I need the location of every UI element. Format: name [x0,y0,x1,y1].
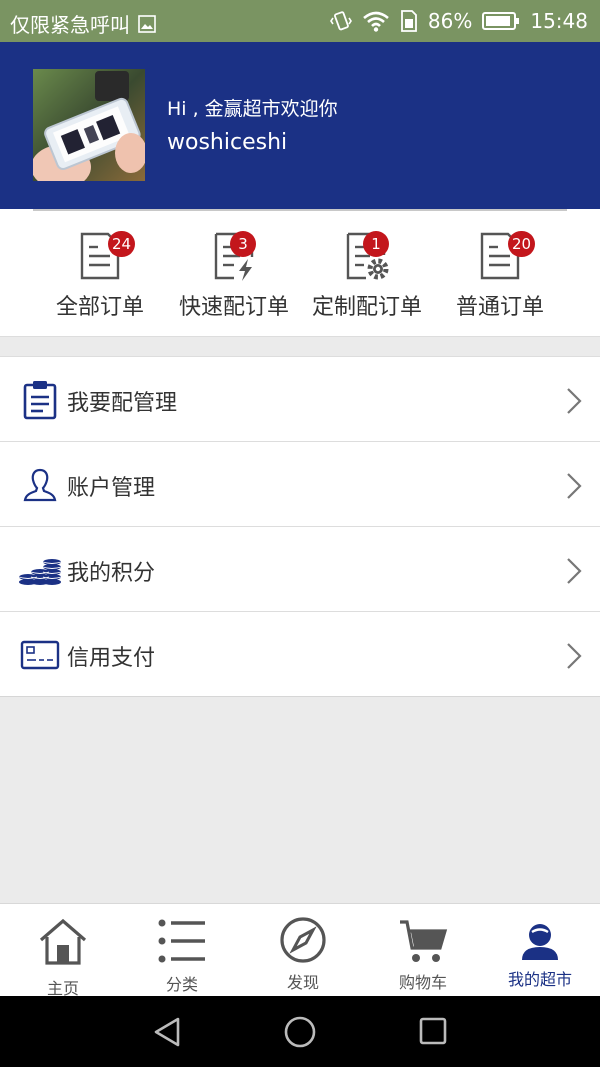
back-icon[interactable] [152,1016,182,1048]
home-circle-icon[interactable] [284,1016,316,1048]
tab-label: 分类 [165,975,198,994]
coins-icon [18,559,62,585]
cart-icon [400,920,448,962]
order-custom-badge: 1 [363,231,389,257]
recents-icon[interactable] [419,1017,447,1045]
order-fast-label: 快速配订单 [178,295,289,320]
order-normal-badge: 20 [508,231,536,257]
user-outline-icon [23,468,57,502]
status-bar: 仅限紧急呼叫 86% 15:48 [0,0,600,42]
tab-label: 发现 [286,973,319,992]
profile-header: Hi , 金赢超市欢迎你 woshiceshi [0,42,600,209]
compass-icon [280,917,326,963]
sim-icon [401,10,417,32]
menu-item-label: 账户管理 [67,476,156,501]
system-nav-bar [0,996,600,1067]
carrier-text: 仅限紧急呼叫 [10,13,130,37]
person-icon [522,924,558,960]
image-icon [138,14,156,33]
order-all-badge: 24 [108,231,136,257]
tab-my-supermarket[interactable]: 我的超市 [480,904,600,997]
battery-percent: 86% [427,9,473,33]
menu-item-my-points[interactable]: 我的积分 [0,527,600,612]
bottom-tab-bar: 主页 分类 发现 购物车 我的超市 [0,903,600,998]
tab-label: 我的超市 [507,970,572,989]
list-icon [158,919,205,963]
order-fast-badge: 3 [230,231,256,257]
order-fast-button[interactable]: 3 快速配订单 [167,231,301,321]
order-all-button[interactable]: 24 全部订单 [33,231,167,321]
chevron-right-icon [567,473,582,499]
wifi-icon [363,11,389,32]
vibrate-icon [329,11,352,31]
greeting-text: Hi , 金赢超市欢迎你 [167,98,338,120]
clock: 15:48 [530,9,588,33]
order-all-label: 全部订单 [55,295,144,320]
tab-discover[interactable]: 发现 [243,904,363,997]
chevron-right-icon [567,643,582,669]
tab-category[interactable]: 分类 [122,904,242,997]
avatar[interactable] [33,69,145,181]
menu-item-label: 我的积分 [67,561,156,586]
tab-cart[interactable]: 购物车 [363,904,483,997]
tab-home[interactable]: 主页 [3,904,123,998]
menu-item-label: 我要配管理 [67,391,178,416]
chevron-right-icon [567,388,582,414]
menu-item-credit-payment[interactable]: 信用支付 [0,612,600,697]
username: woshiceshi [167,130,288,155]
menu-item-label: 信用支付 [67,646,156,671]
battery-icon [482,12,520,30]
order-custom-label: 定制配订单 [311,295,422,320]
order-normal-label: 普通订单 [455,295,544,320]
credit-card-icon [20,640,60,670]
menu-item-delivery-management[interactable]: 我要配管理 [0,357,600,442]
home-icon [39,918,87,965]
menu-item-account-management[interactable]: 账户管理 [0,442,600,527]
tab-label: 购物车 [398,973,447,992]
divider [33,209,567,211]
clipboard-icon [23,381,57,420]
chevron-right-icon [567,558,582,584]
settings-menu: 我要配管理 账户管理 我的积分 信用支付 [0,356,600,697]
order-shortcuts: 24 全部订单 3 快速配订单 1 定制配订单 20 普通订单 [0,209,600,337]
order-normal-button[interactable]: 20 普通订单 [433,231,567,321]
order-custom-button[interactable]: 1 定制配订单 [300,231,434,321]
